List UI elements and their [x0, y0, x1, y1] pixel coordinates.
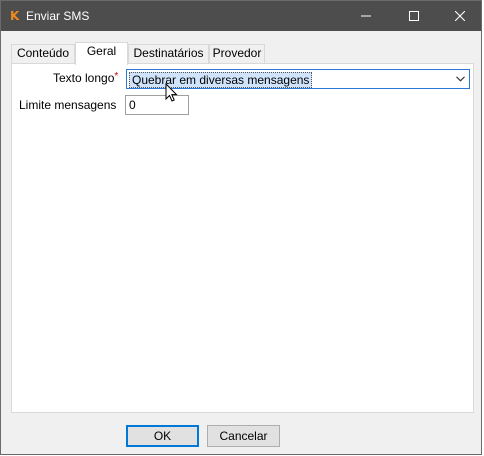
app-icon: K — [10, 9, 20, 23]
tab-destinatarios[interactable]: Destinatários — [128, 44, 209, 63]
mouse-pointer-icon — [165, 83, 178, 102]
dialog-window: K Enviar SMS Conteúdo Geral Destinatário… — [0, 0, 482, 455]
chevron-down-icon[interactable] — [451, 70, 469, 88]
cancel-button[interactable]: Cancelar — [207, 425, 280, 447]
maximize-icon — [409, 11, 419, 21]
tab-conteudo[interactable]: Conteúdo — [11, 44, 75, 63]
close-icon — [455, 11, 465, 21]
message-limit-input[interactable]: 0 — [125, 95, 189, 115]
window-title: Enviar SMS — [26, 9, 90, 23]
long-text-label: Texto longo* — [53, 71, 119, 85]
required-mark: * — [114, 71, 119, 82]
message-limit-label: Limite mensagens — [19, 98, 117, 112]
ok-button[interactable]: OK — [126, 425, 199, 447]
long-text-select-value: Quebrar em diversas mensagens — [129, 72, 313, 88]
minimize-icon — [361, 15, 371, 17]
title-bar[interactable]: K Enviar SMS — [1, 1, 481, 31]
tab-geral[interactable]: Geral — [75, 42, 128, 65]
minimize-button[interactable] — [343, 1, 389, 31]
tab-provedor[interactable]: Provedor — [209, 44, 265, 63]
maximize-button[interactable] — [391, 1, 437, 31]
close-button[interactable] — [437, 1, 483, 31]
tab-panel-geral: Texto longo* Quebrar em diversas mensage… — [11, 63, 474, 413]
